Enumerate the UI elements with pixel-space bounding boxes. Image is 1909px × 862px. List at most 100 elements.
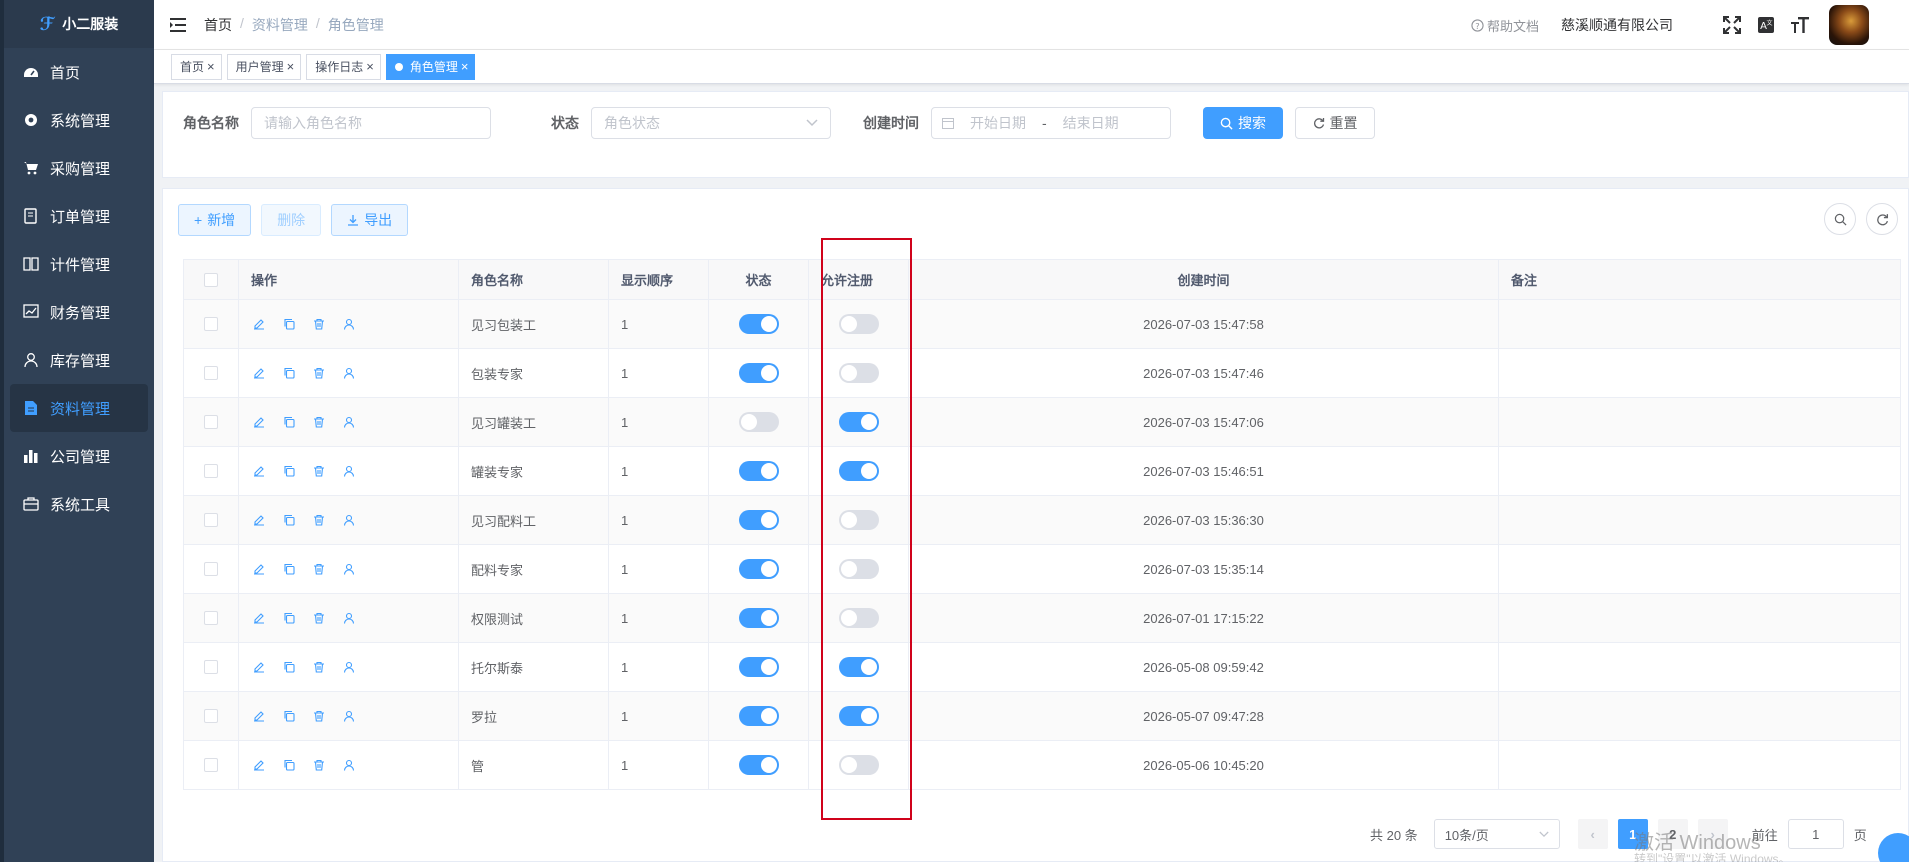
row-checkbox[interactable] [204,464,218,478]
sidebar-item-1[interactable]: 系统管理 [4,96,154,144]
copy-icon[interactable] [281,659,297,675]
hamburger-icon[interactable] [154,0,204,50]
user-assign-icon[interactable] [341,708,357,724]
status-select[interactable]: 角色状态 [591,107,831,139]
user-avatar[interactable] [1829,5,1869,45]
user-assign-icon[interactable] [341,757,357,773]
user-assign-icon[interactable] [341,610,357,626]
reset-button[interactable]: 重置 [1295,107,1375,139]
sidebar-item-8[interactable]: 公司管理 [4,432,154,480]
status-switch[interactable] [738,755,779,775]
close-icon[interactable]: × [461,60,469,73]
copy-icon[interactable] [281,365,297,381]
status-switch[interactable] [738,461,779,481]
copy-icon[interactable] [281,708,297,724]
delete-icon[interactable] [311,659,327,675]
fullscreen-icon[interactable] [1715,0,1749,50]
start-date-input[interactable]: 开始日期 [970,113,1026,133]
user-assign-icon[interactable] [341,561,357,577]
delete-icon[interactable] [311,463,327,479]
edit-icon[interactable] [251,365,267,381]
role-name-input[interactable]: 请输入角色名称 [251,107,491,139]
status-switch[interactable] [738,657,779,677]
allow-register-switch[interactable] [838,706,879,726]
user-assign-icon[interactable] [341,365,357,381]
user-assign-icon[interactable] [341,463,357,479]
user-assign-icon[interactable] [341,316,357,332]
edit-icon[interactable] [251,757,267,773]
refresh-table-button[interactable] [1866,203,1898,235]
allow-register-switch[interactable] [838,363,879,383]
status-switch[interactable] [738,510,779,530]
copy-icon[interactable] [281,757,297,773]
tag-0[interactable]: 首页 × [171,53,222,80]
select-all-checkbox[interactable] [204,272,218,287]
close-icon[interactable]: × [207,60,215,73]
help-docs-link[interactable]: ? 帮助文档 [1471,16,1539,35]
allow-register-switch[interactable] [838,461,879,481]
edit-icon[interactable] [251,659,267,675]
sidebar-item-7[interactable]: 资料管理 [10,384,148,432]
toggle-search-button[interactable] [1824,203,1856,235]
tag-1[interactable]: 用户管理 × [226,53,302,80]
allow-register-switch[interactable] [838,657,879,677]
user-assign-icon[interactable] [341,659,357,675]
edit-icon[interactable] [251,463,267,479]
edit-icon[interactable] [251,561,267,577]
sidebar-item-9[interactable]: 系统工具 [4,480,154,528]
allow-register-switch[interactable] [838,510,879,530]
delete-icon[interactable] [311,365,327,381]
page-size-select[interactable]: 10条/页 [1433,819,1560,849]
edit-icon[interactable] [251,512,267,528]
status-switch[interactable] [738,608,779,628]
edit-icon[interactable] [251,610,267,626]
allow-register-switch[interactable] [838,608,879,628]
translate-icon[interactable]: A文 [1749,0,1783,50]
delete-icon[interactable] [311,561,327,577]
delete-icon[interactable] [311,512,327,528]
copy-icon[interactable] [281,610,297,626]
close-icon[interactable]: × [287,60,295,73]
sidebar-item-2[interactable]: 采购管理 [4,144,154,192]
user-assign-icon[interactable] [341,414,357,430]
sidebar-item-5[interactable]: 财务管理 [4,288,154,336]
row-checkbox[interactable] [204,758,218,772]
close-icon[interactable]: × [366,60,374,73]
delete-icon[interactable] [311,414,327,430]
delete-icon[interactable] [311,708,327,724]
status-switch[interactable] [738,314,779,334]
copy-icon[interactable] [281,414,297,430]
copy-icon[interactable] [281,512,297,528]
row-checkbox[interactable] [204,611,218,625]
status-switch[interactable] [738,559,779,579]
logo[interactable]: ℱ 小二服装 [4,0,154,48]
font-size-icon[interactable] [1783,0,1817,50]
copy-icon[interactable] [281,561,297,577]
date-range-picker[interactable]: 开始日期 - 结束日期 [931,107,1171,139]
prev-page-button[interactable]: ‹ [1577,819,1608,849]
user-assign-icon[interactable] [341,512,357,528]
status-switch[interactable] [738,363,779,383]
copy-icon[interactable] [281,316,297,332]
sidebar-item-4[interactable]: 计件管理 [4,240,154,288]
allow-register-switch[interactable] [838,559,879,579]
sidebar-item-6[interactable]: 库存管理 [4,336,154,384]
allow-register-switch[interactable] [838,314,879,334]
edit-icon[interactable] [251,414,267,430]
row-checkbox[interactable] [204,709,218,723]
add-button[interactable]: + 新增 [178,204,252,236]
search-button[interactable]: 搜索 [1203,107,1283,139]
delete-icon[interactable] [311,757,327,773]
copy-icon[interactable] [281,463,297,479]
status-switch[interactable] [738,706,779,726]
export-button[interactable]: 导出 [331,204,409,236]
goto-page-input[interactable]: 1 [1787,819,1844,849]
allow-register-switch[interactable] [838,755,879,775]
row-checkbox[interactable] [204,366,218,380]
row-checkbox[interactable] [204,660,218,674]
delete-icon[interactable] [311,316,327,332]
row-checkbox[interactable] [204,562,218,576]
tag-2[interactable]: 操作日志 × [306,53,381,80]
delete-icon[interactable] [311,610,327,626]
breadcrumb-home[interactable]: 首页 [204,15,232,35]
